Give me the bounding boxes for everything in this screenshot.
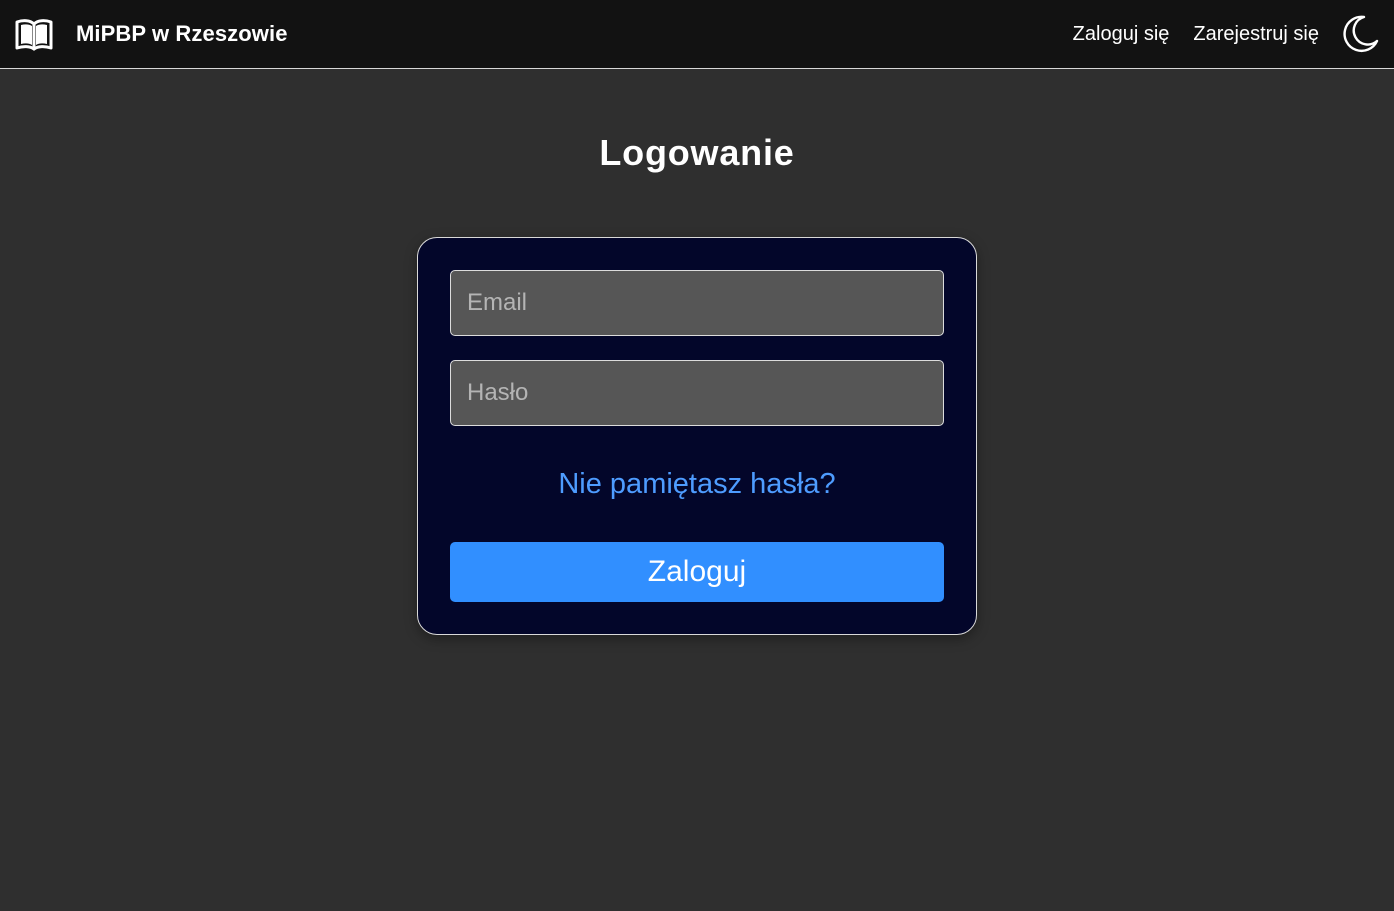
moon-icon xyxy=(1343,15,1379,52)
page-title: Logowanie xyxy=(599,132,795,173)
brand-link[interactable]: MiPBP w Rzeszowie xyxy=(15,17,288,51)
top-navbar: MiPBP w Rzeszowie Zaloguj się Zarejestru… xyxy=(0,0,1394,69)
login-form: Nie pamiętasz hasła? Zaloguj xyxy=(417,237,977,635)
nav-login-link[interactable]: Zaloguj się xyxy=(1073,23,1170,46)
theme-toggle-button[interactable] xyxy=(1341,15,1379,53)
brand-name: MiPBP w Rzeszowie xyxy=(76,21,288,46)
email-input[interactable] xyxy=(450,270,944,336)
open-book-icon xyxy=(15,17,53,51)
login-submit-button[interactable]: Zaloguj xyxy=(450,542,944,602)
forgot-password-link[interactable]: Nie pamiętasz hasła? xyxy=(418,468,976,501)
nav-register-link[interactable]: Zarejestruj się xyxy=(1193,23,1319,46)
password-input[interactable] xyxy=(450,360,944,426)
navbar-actions: Zaloguj się Zarejestruj się xyxy=(1073,15,1379,53)
